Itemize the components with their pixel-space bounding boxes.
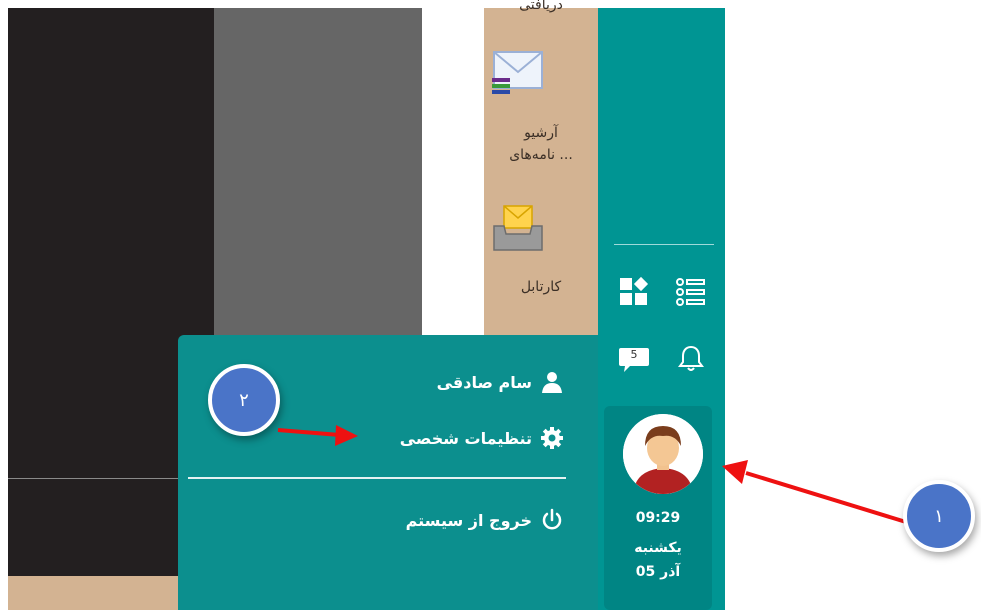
arrow-head-icon (335, 425, 358, 446)
arrow-to-settings (277, 428, 341, 437)
arrow-head-icon (722, 460, 748, 484)
callout-badge-2: ٢ (208, 364, 280, 436)
arrow-to-avatar (745, 471, 907, 524)
annotation-arrows (277, 425, 907, 524)
callout-badge-1: ١ (903, 480, 975, 552)
